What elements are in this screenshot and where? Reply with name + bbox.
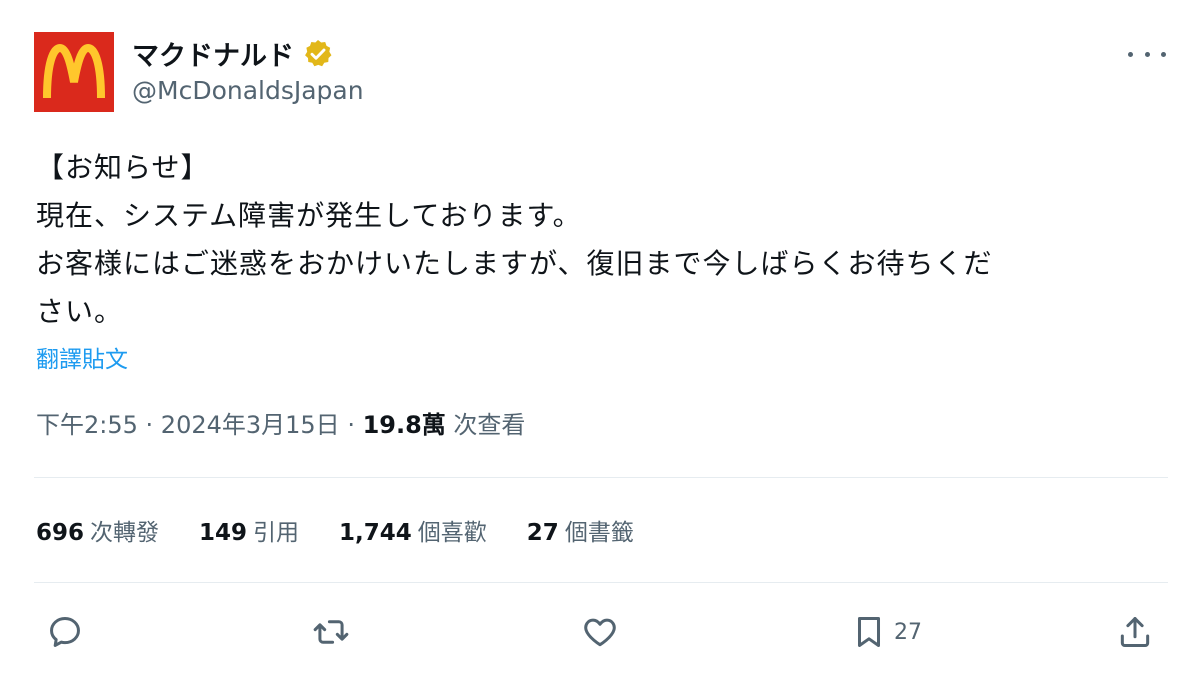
- stat-label: 次轉發: [90, 520, 160, 546]
- tweet-line: 【お知らせ】: [36, 151, 210, 184]
- tweet-line: お客様にはご迷惑をおかけいたしますが、復旧まで今しばらくお待ちくだ: [36, 247, 993, 280]
- separator: ·: [137, 411, 161, 439]
- tweet-text: 【お知らせ】 現在、システム障害が発生しております。 お客様にはご迷惑をおかけい…: [36, 144, 1171, 336]
- tweet-line: 現在、システム障害が発生しております。: [36, 199, 582, 232]
- stat-label: 引用: [253, 520, 300, 546]
- bookmark-count: 27: [894, 619, 922, 645]
- stat-count: 27: [526, 520, 559, 546]
- heart-icon: [584, 618, 616, 647]
- account-handle[interactable]: @McDonaldsJapan: [132, 76, 364, 105]
- dot: [1128, 51, 1133, 57]
- share-icon: [1120, 617, 1150, 647]
- tweet-time[interactable]: 下午2:55: [36, 411, 138, 439]
- divider: [34, 477, 1168, 478]
- stat-count: 149: [199, 520, 248, 546]
- view-label: 次查看: [445, 411, 526, 439]
- tweet-date[interactable]: 2024年3月15日: [161, 411, 340, 439]
- tweet-line: さい。: [36, 295, 124, 328]
- reply-button[interactable]: [46, 612, 84, 652]
- reply-icon: [50, 617, 80, 647]
- retweet-icon: [313, 620, 349, 644]
- avatar[interactable]: [34, 32, 114, 112]
- stat-count: 1,744: [339, 520, 412, 546]
- tweet-meta: 下午2:55 · 2024年3月15日 · 19.8萬 次查看: [36, 405, 525, 440]
- retweet-button[interactable]: [312, 612, 350, 652]
- bookmarks-stat[interactable]: 27 個書籤: [527, 513, 634, 547]
- view-count: 19.8萬: [362, 411, 446, 439]
- retweets-stat[interactable]: 696 次轉發: [36, 513, 159, 547]
- likes-stat[interactable]: 1,744 個喜歡: [339, 513, 487, 547]
- stat-count: 696: [36, 520, 85, 546]
- verified-badge-icon: [305, 39, 332, 66]
- dot: [1161, 51, 1166, 57]
- stat-label: 個書籤: [564, 520, 634, 546]
- mcdonalds-logo: [43, 44, 105, 99]
- quotes-stat[interactable]: 149 引用: [199, 513, 299, 547]
- stat-label: 個喜歡: [417, 520, 487, 546]
- bookmark-icon: [857, 617, 881, 647]
- translate-post-link[interactable]: 翻譯貼文: [36, 340, 128, 374]
- divider: [34, 582, 1168, 583]
- engagement-stats: 696 次轉發 149 引用 1,744 個喜歡 27 個書籤: [36, 513, 674, 547]
- more-options-icon[interactable]: [1128, 44, 1166, 64]
- account-name[interactable]: マクドナルド: [132, 34, 294, 73]
- dot: [1144, 51, 1150, 57]
- account-name-row: マクドナルド: [132, 34, 334, 73]
- separator: ·: [339, 411, 363, 439]
- share-button[interactable]: [1116, 612, 1154, 652]
- like-button[interactable]: [581, 612, 619, 652]
- bookmark-button[interactable]: 27: [850, 612, 922, 652]
